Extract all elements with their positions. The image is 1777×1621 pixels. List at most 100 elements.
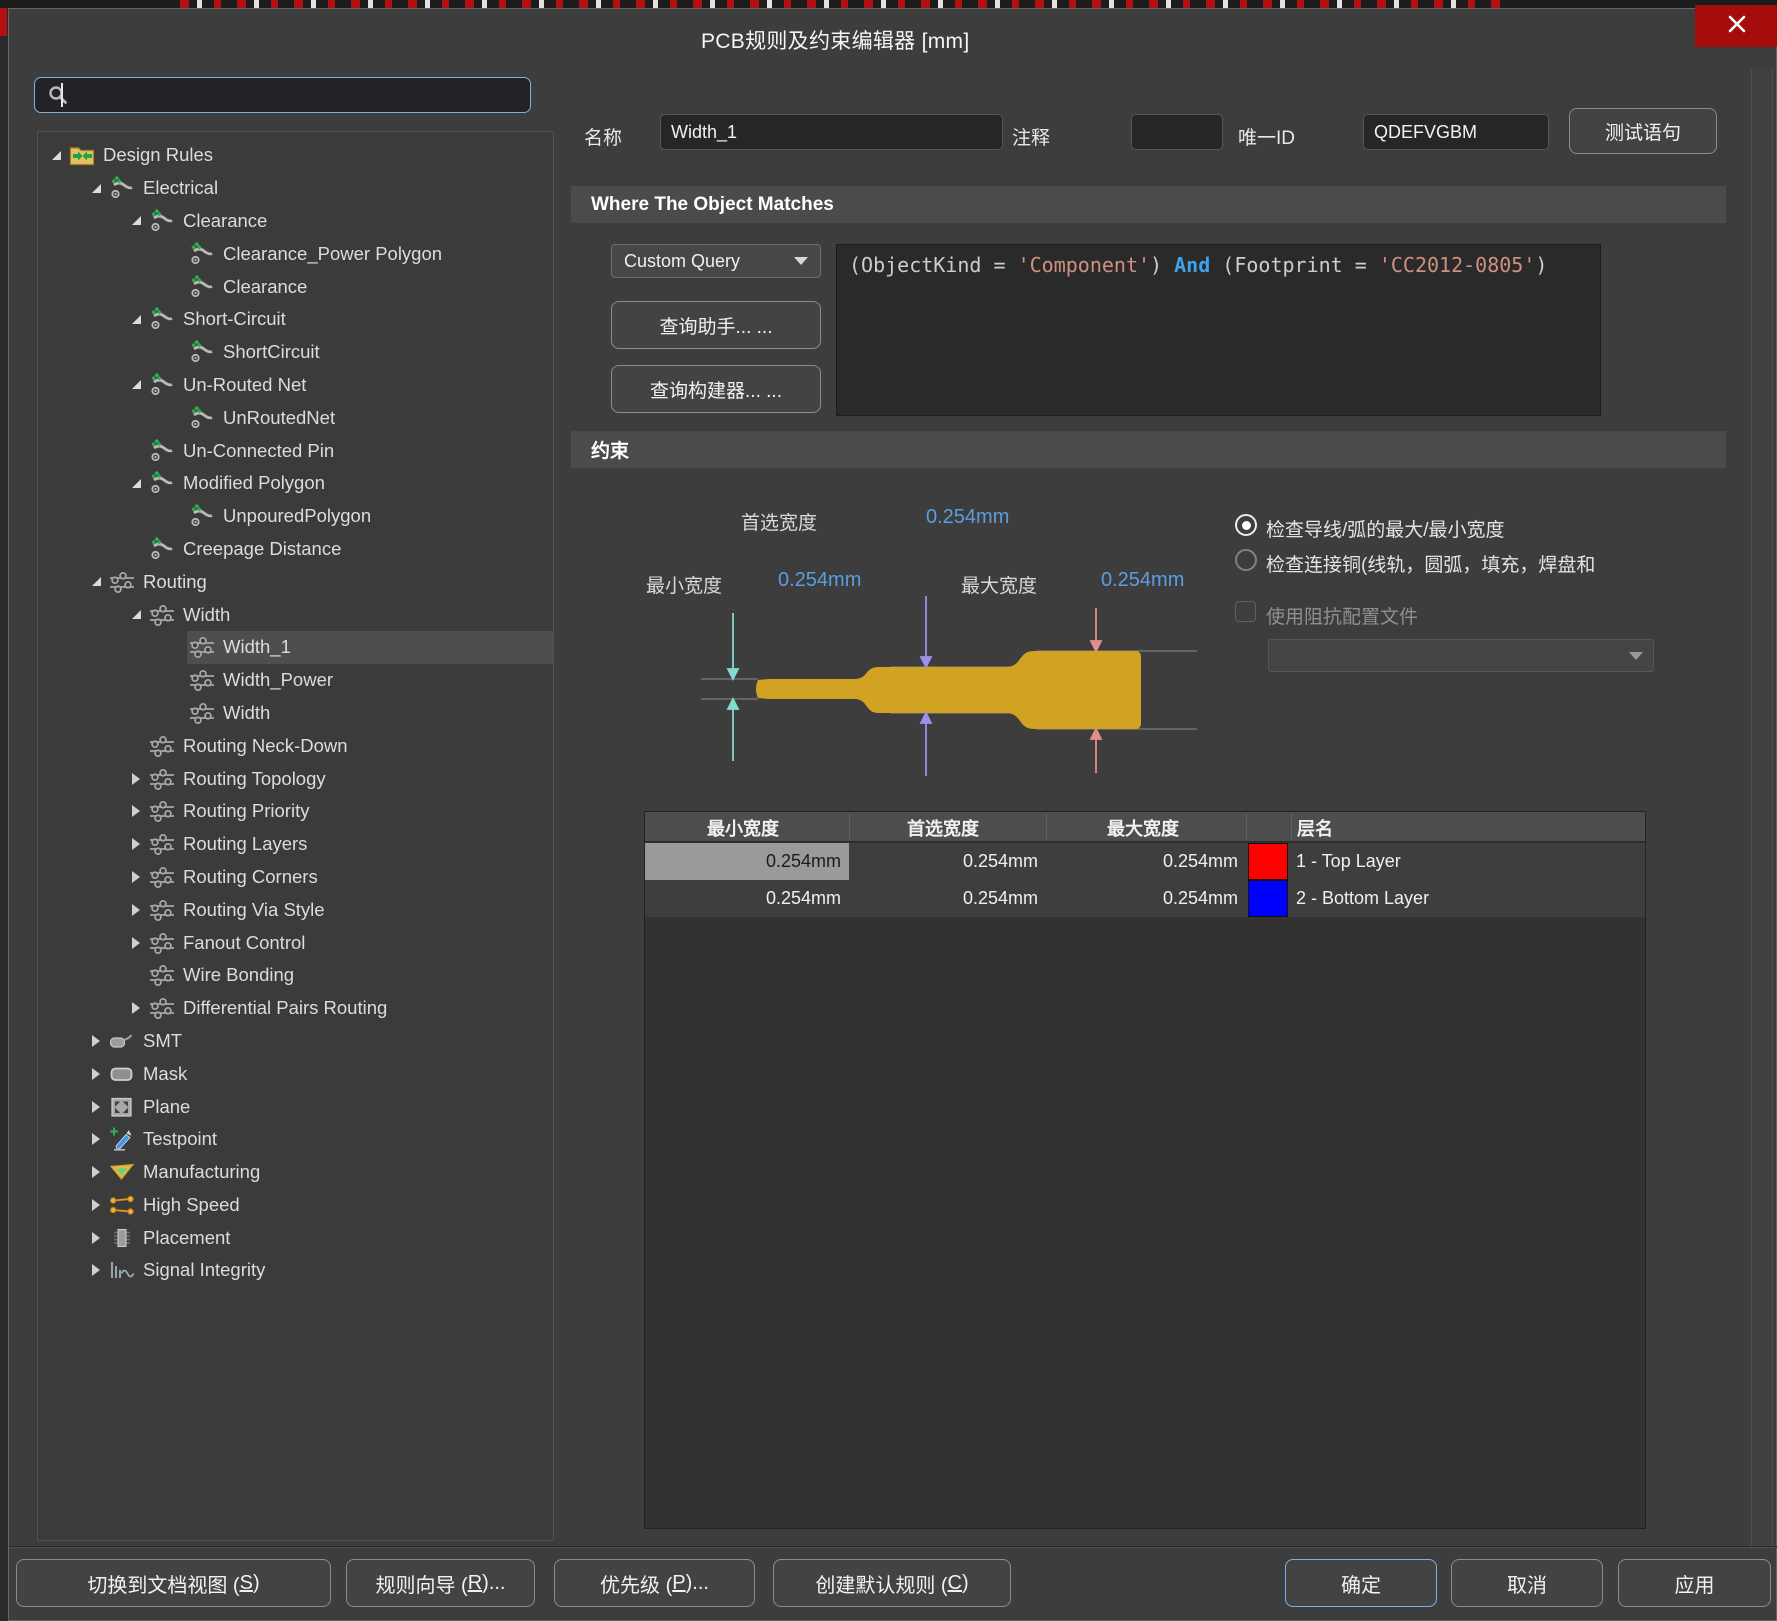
- tree-item-smt[interactable]: SMT: [38, 1025, 553, 1058]
- tree-item-content[interactable]: Manufacturing: [107, 1156, 553, 1189]
- tree-item-un-connected-pin[interactable]: Un-Connected Pin: [38, 434, 553, 467]
- tree-item-content[interactable]: Clearance_Power Polygon: [187, 237, 553, 270]
- expand-arrow-icon[interactable]: [85, 1264, 107, 1276]
- tree-item-clearance[interactable]: Clearance: [38, 270, 553, 303]
- tree-item-content[interactable]: Routing Layers: [147, 828, 553, 861]
- cell-max-width[interactable]: 0.254mm: [1046, 880, 1246, 917]
- max-width-value[interactable]: 0.254mm: [1101, 569, 1184, 592]
- col-layer-name[interactable]: 层名: [1297, 815, 1333, 841]
- tree-item-routing-neck-down[interactable]: Routing Neck-Down: [38, 729, 553, 762]
- priorities-button[interactable]: 优先级 (P)...: [554, 1559, 755, 1607]
- tree-item-width[interactable]: Width: [38, 598, 553, 631]
- tree-item-content[interactable]: Modified Polygon: [147, 467, 553, 500]
- tree-item-content[interactable]: Un-Connected Pin: [147, 434, 553, 467]
- tree-item-content[interactable]: UnpouredPolygon: [187, 500, 553, 533]
- tree-item-content[interactable]: Creepage Distance: [147, 533, 553, 566]
- expand-arrow-icon[interactable]: [125, 871, 147, 883]
- expand-arrow-icon[interactable]: [125, 773, 147, 785]
- expand-arrow-icon[interactable]: [125, 805, 147, 817]
- cell-min-width[interactable]: 0.254mm: [645, 880, 849, 917]
- tree-item-content[interactable]: Routing Corners: [147, 861, 553, 894]
- tree-item-content[interactable]: Un-Routed Net: [147, 369, 553, 402]
- expand-arrow-icon[interactable]: [85, 1101, 107, 1113]
- col-max-width[interactable]: 最大宽度: [1107, 815, 1179, 841]
- tree-item-short-circuit[interactable]: Short-Circuit: [38, 303, 553, 336]
- tree-item-content[interactable]: Differential Pairs Routing: [147, 992, 553, 1025]
- tree-item-mask[interactable]: Mask: [38, 1057, 553, 1090]
- tree-item-manufacturing[interactable]: Manufacturing: [38, 1156, 553, 1189]
- tree-item-content[interactable]: Routing Neck-Down: [147, 729, 553, 762]
- tree-item-routing-corners[interactable]: Routing Corners: [38, 861, 553, 894]
- tree-item-content[interactable]: Routing Topology: [147, 762, 553, 795]
- query-builder-button[interactable]: 查询构建器... ...: [611, 365, 821, 413]
- tree-item-content[interactable]: Clearance: [187, 270, 553, 303]
- table-row[interactable]: 0.254mm0.254mm0.254mm2 - Bottom Layer: [645, 880, 1645, 917]
- cell-preferred-width[interactable]: 0.254mm: [849, 880, 1046, 917]
- cell-preferred-width[interactable]: 0.254mm: [849, 843, 1046, 880]
- apply-button[interactable]: 应用: [1618, 1559, 1771, 1607]
- tree-item-content[interactable]: Fanout Control: [147, 926, 553, 959]
- impedance-profile-select[interactable]: [1268, 639, 1654, 672]
- query-editor[interactable]: (ObjectKind = 'Component') And (Footprin…: [836, 244, 1601, 416]
- scope-selector[interactable]: Custom Query: [611, 244, 821, 278]
- ok-button[interactable]: 确定: [1285, 1559, 1437, 1607]
- tree-item-content[interactable]: ShortCircuit: [187, 336, 553, 369]
- tree-item-testpoint[interactable]: Testpoint: [38, 1123, 553, 1156]
- cancel-button[interactable]: 取消: [1451, 1559, 1603, 1607]
- expand-arrow-icon[interactable]: [85, 1133, 107, 1145]
- tree-item-content[interactable]: Width_Power: [187, 664, 553, 697]
- tree-item-content[interactable]: Mask: [107, 1057, 553, 1090]
- tree-item-content[interactable]: Electrical: [107, 172, 553, 205]
- tree-item-content[interactable]: Testpoint: [107, 1123, 553, 1156]
- tree-item-unpouredpolygon[interactable]: UnpouredPolygon: [38, 500, 553, 533]
- radio-check-copper[interactable]: [1235, 549, 1257, 571]
- expand-arrow-icon[interactable]: [85, 1166, 107, 1178]
- expand-arrow-icon[interactable]: [125, 838, 147, 850]
- expand-arrow-icon[interactable]: [125, 904, 147, 916]
- tree-item-content[interactable]: Plane: [107, 1090, 553, 1123]
- tree-item-content[interactable]: Width_1: [187, 631, 553, 664]
- col-preferred-width[interactable]: 首选宽度: [907, 815, 979, 841]
- tree-item-shortcircuit[interactable]: ShortCircuit: [38, 336, 553, 369]
- tree-item-wire-bonding[interactable]: Wire Bonding: [38, 959, 553, 992]
- tree-item-signal-integrity[interactable]: Signal Integrity: [38, 1254, 553, 1287]
- radio-check-track-arc[interactable]: [1235, 514, 1257, 536]
- tree-item-content[interactable]: High Speed: [107, 1189, 553, 1222]
- tree-item-content[interactable]: UnRoutedNet: [187, 401, 553, 434]
- collapse-arrow-icon[interactable]: [125, 380, 147, 389]
- tree-item-content[interactable]: Short-Circuit: [147, 303, 553, 336]
- expand-arrow-icon[interactable]: [85, 1232, 107, 1244]
- create-default-rules-button[interactable]: 创建默认规则 (C): [773, 1559, 1011, 1607]
- unique-id-field[interactable]: QDEFVGBM: [1363, 114, 1549, 150]
- tree-item-content[interactable]: Wire Bonding: [147, 959, 553, 992]
- collapse-arrow-icon[interactable]: [85, 184, 107, 193]
- query-helper-button[interactable]: 查询助手... ...: [611, 301, 821, 349]
- tree-item-width-power[interactable]: Width_Power: [38, 664, 553, 697]
- preferred-width-value[interactable]: 0.254mm: [926, 506, 1009, 529]
- col-min-width[interactable]: 最小宽度: [707, 815, 787, 841]
- tree-item-width[interactable]: Width: [38, 697, 553, 730]
- tree-item-routing-via-style[interactable]: Routing Via Style: [38, 893, 553, 926]
- tree-item-content[interactable]: Routing Via Style: [147, 893, 553, 926]
- cell-layer-name[interactable]: 2 - Bottom Layer: [1290, 880, 1645, 917]
- tree-item-routing-topology[interactable]: Routing Topology: [38, 762, 553, 795]
- tree-item-content[interactable]: Signal Integrity: [107, 1254, 553, 1287]
- impedance-profile-checkbox[interactable]: [1235, 601, 1256, 622]
- tree-item-content[interactable]: Clearance: [147, 205, 553, 238]
- collapse-arrow-icon[interactable]: [85, 577, 107, 586]
- expand-arrow-icon[interactable]: [125, 1002, 147, 1014]
- tree-item-un-routed-net[interactable]: Un-Routed Net: [38, 369, 553, 402]
- collapse-arrow-icon[interactable]: [125, 479, 147, 488]
- tree-item-creepage-distance[interactable]: Creepage Distance: [38, 533, 553, 566]
- tree-item-differential-pairs-routing[interactable]: Differential Pairs Routing: [38, 992, 553, 1025]
- tree-item-content[interactable]: Routing: [107, 565, 553, 598]
- table-row[interactable]: 0.254mm0.254mm0.254mm1 - Top Layer: [645, 843, 1645, 880]
- tree-item-high-speed[interactable]: High Speed: [38, 1189, 553, 1222]
- comment-field[interactable]: [1131, 114, 1223, 150]
- cell-layer-name[interactable]: 1 - Top Layer: [1290, 843, 1645, 880]
- cell-min-width[interactable]: 0.254mm: [645, 843, 849, 880]
- collapse-arrow-icon[interactable]: [125, 216, 147, 225]
- tree-item-clearance-power-polygon[interactable]: Clearance_Power Polygon: [38, 237, 553, 270]
- tree-item-routing[interactable]: Routing: [38, 565, 553, 598]
- test-query-button[interactable]: 测试语句: [1569, 108, 1717, 154]
